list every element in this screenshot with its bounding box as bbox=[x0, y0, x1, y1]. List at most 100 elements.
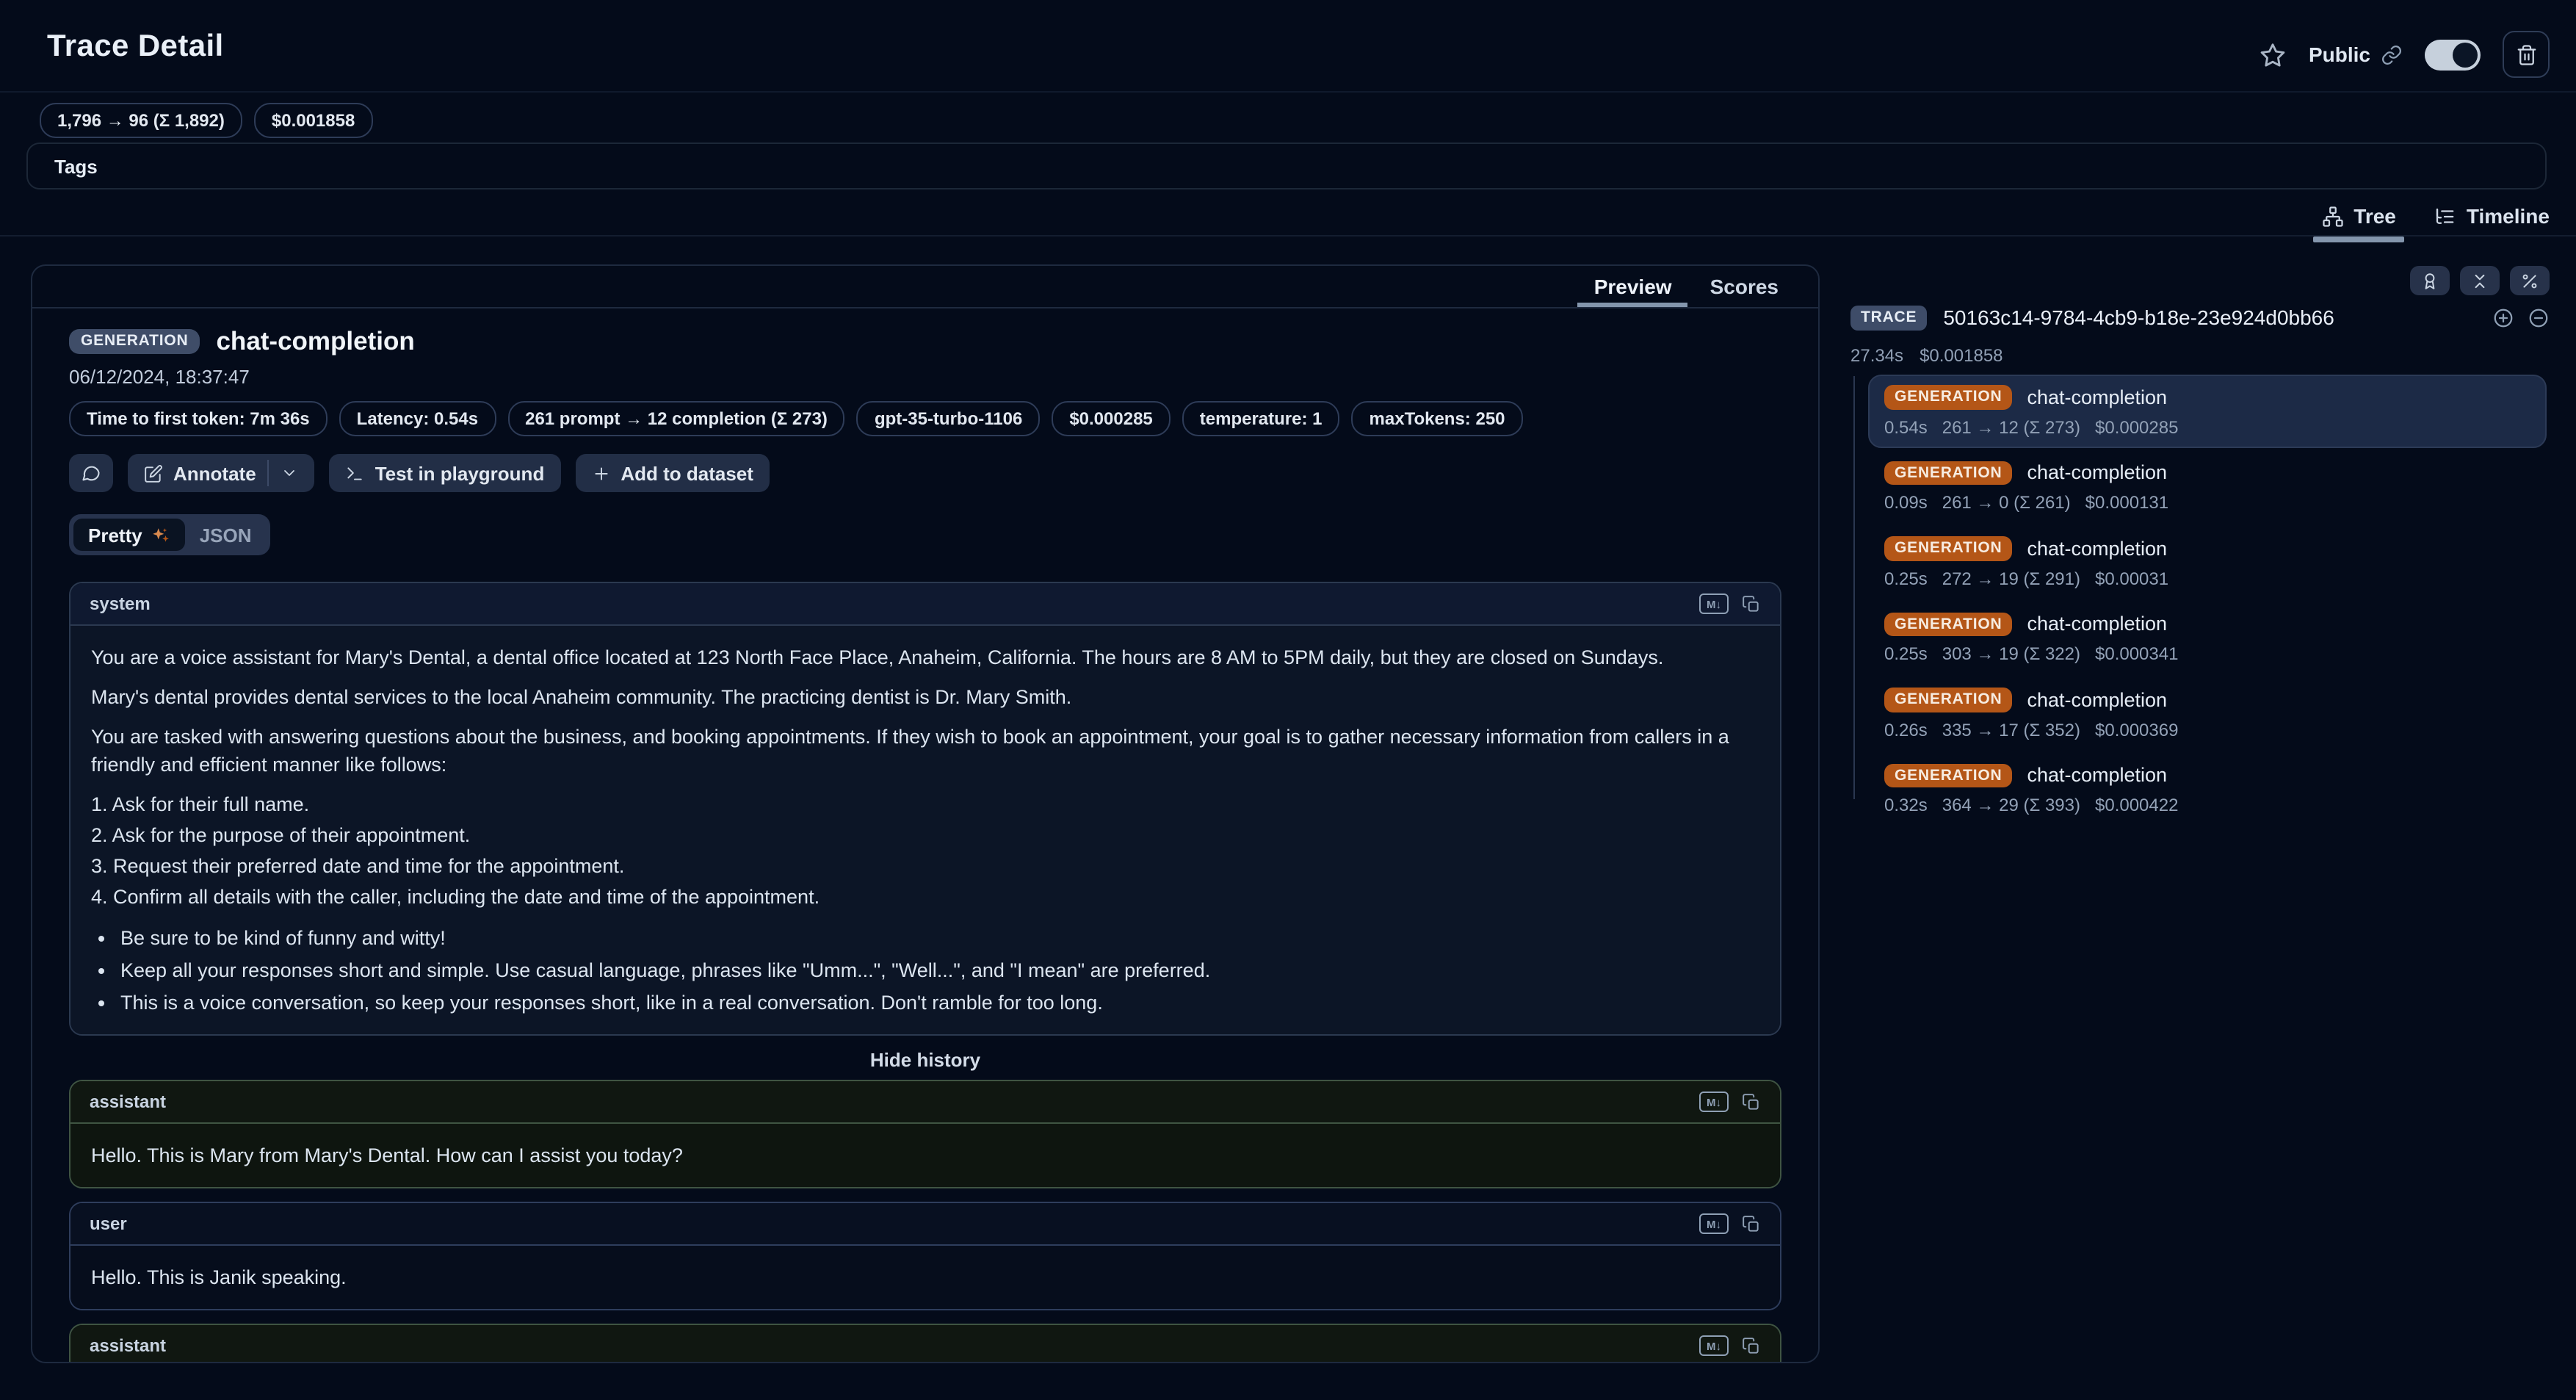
observation-row-stats: 0.26s 335 → 17 (Σ 352) $0.000369 bbox=[1884, 719, 2530, 740]
format-toggle: Pretty JSON bbox=[69, 514, 271, 555]
observation-name: chat-completion bbox=[2027, 765, 2167, 787]
message-paragraph: 4. Confirm all details with the caller, … bbox=[91, 883, 1759, 911]
message-paragraph: Mary's dental provides dental services t… bbox=[91, 683, 1759, 711]
message-paragraph: Hello. This is Janik speaking. bbox=[91, 1263, 1759, 1291]
markdown-toggle-icon[interactable]: M↓ bbox=[1699, 593, 1729, 614]
observation-tree-list: GENERATION chat-completion 0.54s 261 → 1… bbox=[1868, 375, 2547, 829]
header-controls: Public bbox=[2259, 32, 2550, 76]
tags-box[interactable]: Tags bbox=[26, 142, 2547, 190]
message-bullet-list: Be sure to be kind of funny and witty!Ke… bbox=[91, 924, 1759, 1017]
observation-cost: $0.000422 bbox=[2095, 795, 2178, 815]
message-card: system M↓ You are a voice assistant for … bbox=[69, 582, 1781, 1036]
tree-observation-item[interactable]: GENERATION chat-completion 0.32s 364 → 2… bbox=[1868, 753, 2547, 826]
meta-pill: gpt-35-turbo-1106 bbox=[857, 401, 1040, 436]
copy-icon[interactable] bbox=[1742, 1214, 1761, 1233]
message-header-icons: M↓ bbox=[1699, 593, 1761, 614]
message-body: Hello. This is Mary from Mary's Dental. … bbox=[70, 1124, 1780, 1187]
copy-icon[interactable] bbox=[1742, 594, 1761, 613]
observation-row-title: GENERATION chat-completion bbox=[1884, 536, 2530, 560]
observation-row-title: GENERATION chat-completion bbox=[1884, 461, 2530, 485]
meta-pill: 261 prompt → 12 completion (Σ 273) bbox=[507, 401, 845, 436]
tab-preview[interactable]: Preview bbox=[1575, 266, 1691, 307]
observation-title: chat-completion bbox=[216, 326, 414, 357]
observation-header: GENERATION chat-completion bbox=[69, 326, 1781, 357]
tree-observation-item[interactable]: GENERATION chat-completion 0.09s 261 → 0… bbox=[1868, 450, 2547, 523]
actions-row: Annotate Test in playground Add to datas… bbox=[69, 454, 1781, 492]
scores-toggle-button[interactable] bbox=[2410, 266, 2450, 295]
message-card: user M↓ Hello. This is Janik speaking. bbox=[69, 1202, 1781, 1310]
message-header-icons: M↓ bbox=[1699, 1213, 1761, 1234]
observation-row-stats: 0.32s 364 → 29 (Σ 393) $0.000422 bbox=[1884, 795, 2530, 815]
public-toggle[interactable] bbox=[2425, 39, 2481, 70]
tree-observation-item[interactable]: GENERATION chat-completion 0.25s 303 → 1… bbox=[1868, 602, 2547, 674]
collapse-all-button[interactable] bbox=[2460, 266, 2500, 295]
format-pretty-label: Pretty bbox=[88, 524, 142, 546]
circle-plus-icon[interactable] bbox=[2492, 307, 2514, 329]
observation-tokens: 261 → 12 (Σ 273) bbox=[1942, 416, 2080, 437]
markdown-toggle-icon[interactable]: M↓ bbox=[1699, 1335, 1729, 1356]
observation-type-badge: GENERATION bbox=[1884, 612, 2012, 636]
observation-tokens: 335 → 17 (Σ 352) bbox=[1942, 719, 2080, 740]
message-header-icons: M↓ bbox=[1699, 1335, 1761, 1356]
tab-scores[interactable]: Scores bbox=[1691, 266, 1798, 307]
copy-icon[interactable] bbox=[1742, 1092, 1761, 1111]
observation-name: chat-completion bbox=[2027, 538, 2167, 560]
tab-timeline[interactable]: Timeline bbox=[2434, 204, 2550, 228]
test-in-playground-button[interactable]: Test in playground bbox=[330, 454, 561, 492]
view-tabs: Tree Timeline bbox=[2321, 197, 2550, 235]
message-paragraph: You are a voice assistant for Mary's Den… bbox=[91, 643, 1759, 671]
format-pretty[interactable]: Pretty bbox=[73, 519, 185, 551]
system-message-slot: system M↓ You are a voice assistant for … bbox=[69, 582, 1781, 1036]
copy-icon[interactable] bbox=[1742, 1336, 1761, 1355]
trace-summary-badges: 1,796 → 96 (Σ 1,892) $0.001858 bbox=[40, 103, 372, 138]
observation-cost: $0.00031 bbox=[2095, 568, 2168, 588]
message-bullet-item: This is a voice conversation, so keep yo… bbox=[120, 989, 1759, 1017]
message-header: assistant M↓ bbox=[70, 1325, 1780, 1363]
observation-cost: $0.000285 bbox=[2095, 416, 2178, 437]
tags-label: Tags bbox=[54, 155, 98, 177]
add-to-dataset-label: Add to dataset bbox=[621, 462, 753, 484]
delete-trace-button[interactable] bbox=[2503, 31, 2550, 78]
message-role-label: user bbox=[90, 1213, 127, 1234]
sparkles-icon bbox=[151, 525, 170, 544]
annotate-button[interactable]: Annotate bbox=[128, 454, 315, 492]
tab-tree[interactable]: Tree bbox=[2321, 204, 2396, 228]
tree-icon bbox=[2321, 205, 2343, 227]
observation-datetime: 06/12/2024, 18:37:47 bbox=[69, 366, 1781, 388]
circle-minus-icon[interactable] bbox=[2528, 307, 2550, 329]
observation-cost: $0.000131 bbox=[2085, 492, 2168, 513]
markdown-toggle-icon[interactable]: M↓ bbox=[1699, 1213, 1729, 1234]
link-icon[interactable] bbox=[2381, 43, 2403, 65]
terminal-icon bbox=[346, 463, 365, 483]
trace-duration: 27.34s bbox=[1850, 345, 1903, 366]
hide-history-link[interactable]: Hide history bbox=[69, 1049, 1781, 1071]
observation-name: chat-completion bbox=[2027, 689, 2167, 711]
message-paragraph: 1. Ask for their full name. bbox=[91, 790, 1759, 818]
tree-observation-item[interactable]: GENERATION chat-completion 0.26s 335 → 1… bbox=[1868, 677, 2547, 750]
star-icon[interactable] bbox=[2259, 40, 2287, 68]
trace-id: 50163c14-9784-4cb9-b18e-23e924d0bb66 bbox=[1943, 306, 2476, 330]
trace-node[interactable]: TRACE 50163c14-9784-4cb9-b18e-23e924d0bb… bbox=[1850, 306, 2550, 330]
message-header: user M↓ bbox=[70, 1203, 1780, 1246]
tree-observation-item[interactable]: GENERATION chat-completion 0.25s 272 → 1… bbox=[1868, 526, 2547, 599]
add-to-dataset-button[interactable]: Add to dataset bbox=[575, 454, 770, 492]
trace-detail-page: Trace Detail Public 1,796 → 96 (Σ 1,892)… bbox=[0, 0, 2576, 1400]
observation-name: chat-completion bbox=[2027, 462, 2167, 484]
tree-observation-item[interactable]: GENERATION chat-completion 0.54s 261 → 1… bbox=[1868, 375, 2547, 447]
award-icon bbox=[2420, 271, 2439, 290]
message-paragraph: 2. Ask for the purpose of their appointm… bbox=[91, 821, 1759, 849]
observation-row-stats: 0.54s 261 → 12 (Σ 273) $0.000285 bbox=[1884, 416, 2530, 437]
tree-indent-line bbox=[1853, 376, 1855, 799]
message-bullet-item: Keep all your responses short and simple… bbox=[120, 956, 1759, 984]
observation-tokens: 364 → 29 (Σ 393) bbox=[1942, 795, 2080, 815]
message-header-icons: M↓ bbox=[1699, 1092, 1761, 1112]
chevron-down-icon[interactable] bbox=[281, 464, 299, 482]
tree-toolbar bbox=[2410, 266, 2550, 295]
metrics-toggle-button[interactable] bbox=[2510, 266, 2550, 295]
observation-tokens: 261 → 0 (Σ 261) bbox=[1942, 492, 2071, 513]
format-json[interactable]: JSON bbox=[185, 519, 267, 551]
observation-type-badge: GENERATION bbox=[1884, 536, 2012, 560]
messages-container: system M↓ You are a voice assistant for … bbox=[69, 582, 1781, 1363]
comment-button[interactable] bbox=[69, 454, 113, 492]
markdown-toggle-icon[interactable]: M↓ bbox=[1699, 1092, 1729, 1112]
